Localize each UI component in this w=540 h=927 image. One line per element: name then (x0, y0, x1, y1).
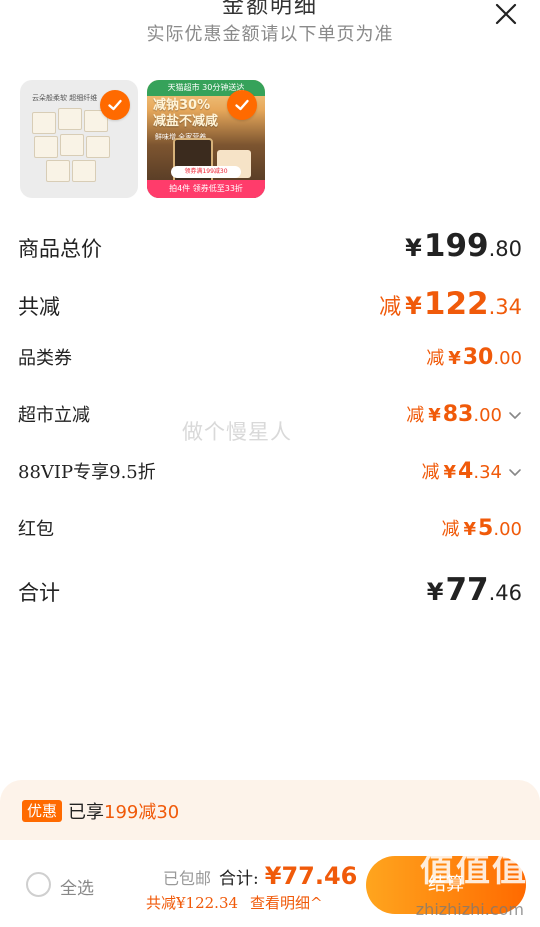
tissue-pack-image (60, 134, 84, 156)
select-all-label[interactable]: 全选 (60, 874, 94, 899)
tissue-pack-image (58, 108, 82, 130)
product-thumb-tissue[interactable]: 云朵般柔软 超细纤维 (20, 80, 138, 198)
reduced-amount: 共减¥122.34 (146, 894, 239, 912)
site-watermark-logo: 值值值 (420, 850, 528, 890)
checkmark-icon[interactable] (100, 90, 130, 120)
row-amount[interactable]: 减 ¥4.34 (422, 458, 522, 484)
row-amount: 减 ¥122.34 (379, 286, 522, 322)
row-amount[interactable]: 减 ¥83.00 (406, 401, 522, 427)
row-amount: 减 ¥5.00 (441, 516, 522, 541)
product-coupon-pill: 领券满199减30 (171, 166, 241, 178)
row-label: 共减 (18, 295, 60, 319)
shipping-label: 已包邮 (163, 869, 212, 888)
product-caption: 云朵般柔软 超细纤维 (32, 94, 98, 102)
page-subtitle: 实际优惠金额请以下单页为准 (146, 24, 394, 45)
promo-badge: 优惠 (22, 800, 63, 822)
row-amount: ¥199.80 (405, 228, 522, 264)
row-total-goods: 商品总价 ¥199.80 (18, 228, 522, 264)
chevron-down-icon[interactable] (508, 407, 522, 421)
row-label: 88VIP专享9.5折 (18, 462, 156, 483)
product-thumb-soy[interactable]: 天猫超市 30分钟送达 减钠30% 减盐不减咸 鲜味增 全家营养 领券满199减… (147, 80, 265, 198)
tissue-pack-image (86, 136, 110, 158)
row-label: 商品总价 (18, 237, 102, 261)
total-label: 合计: (219, 869, 259, 889)
page-title: 金额明细 (221, 0, 318, 19)
select-all-radio[interactable] (26, 872, 51, 897)
row-category-coupon: 品类券 减 ¥30.00 (18, 344, 522, 370)
close-icon[interactable] (494, 2, 518, 26)
tissue-pack-image (72, 160, 96, 182)
row-vip-discount[interactable]: 88VIP专享9.5折 减 ¥4.34 (18, 458, 522, 484)
row-label: 红包 (18, 519, 54, 540)
checkmark-icon[interactable] (227, 90, 257, 120)
row-label: 合计 (18, 581, 60, 605)
row-label: 品类券 (18, 348, 72, 369)
row-total-reduce: 共减 减 ¥122.34 (18, 286, 522, 322)
row-label: 超市立减 (18, 405, 90, 426)
site-watermark-url: zhizhizhi.com (415, 900, 524, 919)
row-red-packet: 红包 减 ¥5.00 (18, 515, 522, 541)
row-amount: ¥77.46 (426, 572, 522, 608)
chevron-down-icon[interactable] (508, 464, 522, 478)
tissue-pack-image (34, 136, 58, 158)
tissue-pack-image (32, 112, 56, 134)
watermark-text: 做个慢星人 (182, 420, 292, 444)
product-promo-strip: 拍4件 领券低至33折 (147, 180, 265, 198)
promo-text: 已享199减30 (68, 802, 180, 823)
checkout-footer: 全选 已包邮 合计: ¥77.46 共减¥122.34 查看明细^ 结算 值值值… (0, 840, 540, 927)
footer-total-line: 已包邮 合计: ¥77.46 (163, 862, 357, 890)
sheet-header: 金额明细 实际优惠金额请以下单页为准 (0, 0, 540, 60)
footer-reduce-line: 共减¥122.34 查看明细^ (146, 892, 323, 913)
product-headline: 减钠30% 减盐不减咸 (153, 98, 219, 129)
product-thumbnails: 云朵般柔软 超细纤维 天猫超市 30分钟送达 减钠30% 减盐不减咸 鲜味增 全… (20, 80, 265, 198)
total-value: ¥77.46 (264, 862, 358, 890)
view-detail-link[interactable]: 查看明细^ (250, 892, 323, 913)
row-amount: 减 ¥30.00 (426, 345, 522, 370)
promo-bar: 优惠 已享199减30 (0, 780, 540, 840)
row-grand-total: 合计 ¥77.46 (18, 572, 522, 608)
tissue-pack-image (46, 160, 70, 182)
